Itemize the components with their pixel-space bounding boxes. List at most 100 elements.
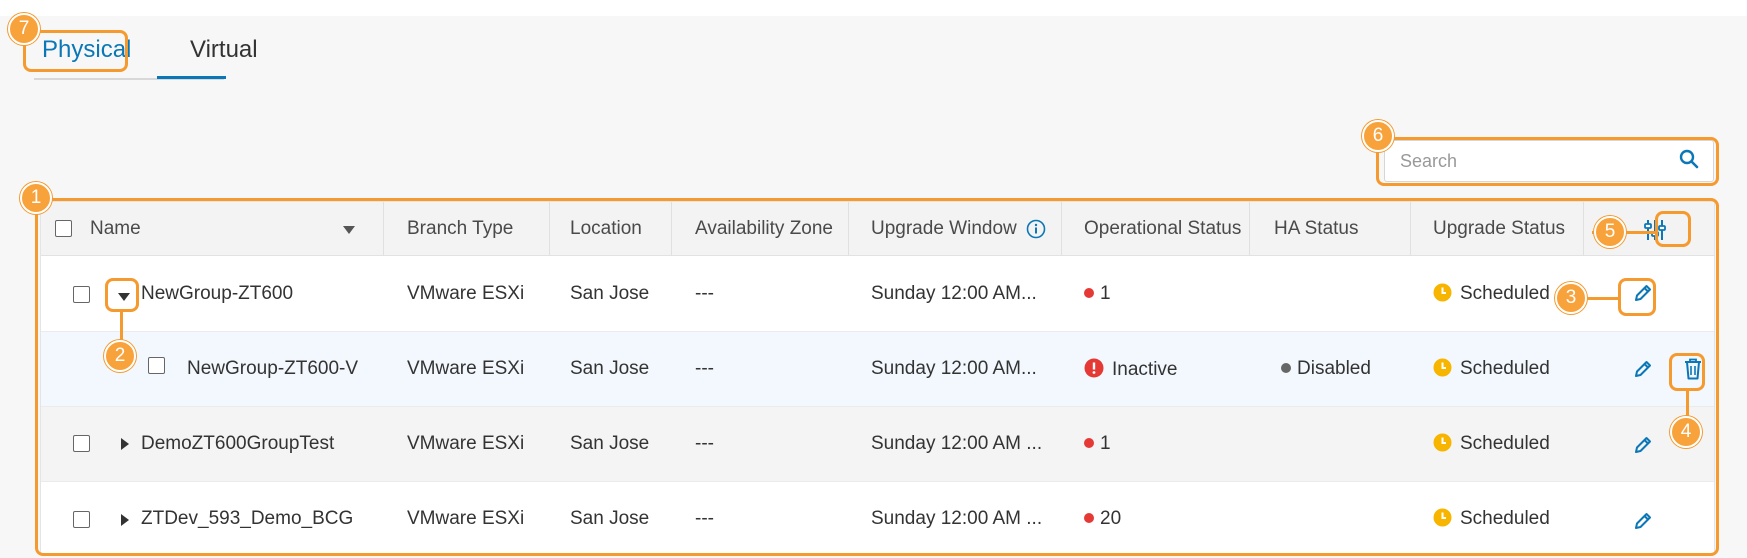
column-divider — [671, 202, 672, 256]
row-upgrade-status: Scheduled — [1433, 433, 1550, 458]
tab-physical[interactable]: Physical — [34, 30, 154, 76]
edit-icon[interactable] — [1632, 282, 1654, 309]
row-availability-zone: --- — [695, 358, 714, 379]
delete-icon[interactable] — [1682, 357, 1704, 386]
row-checkbox[interactable] — [73, 511, 90, 528]
row-branch-type: VMware ESXi — [407, 508, 525, 529]
column-divider — [1410, 202, 1411, 256]
row-upgrade-status: Scheduled — [1433, 508, 1550, 533]
column-divider — [549, 202, 550, 256]
callout-badge: 7 — [8, 13, 40, 45]
caret-right-icon[interactable] — [120, 513, 130, 532]
callout-badge: 6 — [1362, 120, 1394, 152]
row-operational-status: Inactive — [1084, 358, 1177, 384]
row-availability-zone: --- — [695, 283, 714, 304]
header-upgrade-status[interactable]: Upgrade Status — [1433, 202, 1565, 256]
header-branch-type[interactable]: Branch Type — [407, 202, 513, 256]
row-operational-status: 20 — [1084, 508, 1121, 530]
row-location: San Jose — [570, 358, 650, 379]
column-divider — [848, 202, 849, 256]
search-input[interactable] — [1400, 150, 1679, 172]
row-ha-status: Disabled — [1281, 358, 1371, 380]
row-branch-type: VMware ESXi — [407, 433, 525, 454]
column-divider — [1249, 202, 1250, 256]
row-operational-status: 1 — [1084, 283, 1111, 305]
edit-icon[interactable] — [1632, 434, 1654, 461]
callout-connector — [1587, 297, 1619, 300]
row-location: San Jose — [570, 283, 650, 304]
row-name[interactable]: NewGroup-ZT600 — [141, 283, 293, 305]
row-operational-status: 1 — [1084, 433, 1111, 455]
edit-icon[interactable] — [1632, 358, 1654, 385]
upgrade-status-text: Scheduled — [1460, 358, 1550, 379]
info-icon[interactable] — [1026, 219, 1046, 244]
edit-icon[interactable] — [1632, 510, 1654, 537]
caret-right-icon[interactable] — [120, 437, 130, 456]
row-checkbox[interactable] — [73, 435, 90, 452]
callout-badge: 1 — [20, 182, 52, 214]
row-branch-type: VMware ESXi — [407, 358, 525, 379]
table-header: Name Branch Type Location Availability Z… — [41, 202, 1714, 256]
clock-icon — [1433, 358, 1452, 383]
callout-badge: 4 — [1670, 416, 1702, 448]
status-dot-icon — [1084, 513, 1094, 523]
upgrade-status-text: Scheduled — [1460, 283, 1550, 304]
upgrade-status-text: Scheduled — [1460, 508, 1550, 529]
table-row[interactable]: ZTDev_593_Demo_BCG VMware ESXi San Jose … — [41, 482, 1714, 554]
row-upgrade-window: Sunday 12:00 AM... — [871, 358, 1037, 379]
header-ha-status[interactable]: HA Status — [1274, 202, 1359, 256]
table-row[interactable]: NewGroup-ZT600 VMware ESXi San Jose --- … — [41, 257, 1714, 332]
row-name[interactable]: DemoZT600GroupTest — [141, 433, 334, 455]
status-count: 1 — [1100, 433, 1111, 454]
row-availability-zone: --- — [695, 508, 714, 529]
row-name[interactable]: ZTDev_593_Demo_BCG — [141, 508, 353, 530]
branches-table: Name Branch Type Location Availability Z… — [40, 201, 1715, 555]
header-name[interactable]: Name — [90, 202, 141, 256]
column-divider — [1061, 202, 1062, 256]
error-icon — [1084, 358, 1104, 384]
header-availability-zone[interactable]: Availability Zone — [695, 202, 833, 256]
callout-connector — [120, 312, 123, 340]
column-divider — [383, 202, 384, 256]
tab-bar: Physical Virtual — [34, 30, 266, 76]
status-dot-icon — [1084, 438, 1094, 448]
row-checkbox[interactable] — [148, 357, 165, 374]
status-count: 20 — [1100, 508, 1122, 529]
status-dot-icon — [1084, 288, 1094, 298]
header-operational-status[interactable]: Operational Status — [1084, 202, 1241, 256]
clock-icon — [1433, 433, 1452, 458]
select-all-checkbox[interactable] — [55, 220, 72, 237]
ha-status-text: Disabled — [1297, 358, 1371, 379]
status-text: Inactive — [1112, 359, 1178, 380]
tab-virtual[interactable]: Virtual — [182, 30, 266, 76]
clock-icon — [1433, 508, 1452, 533]
row-name[interactable]: NewGroup-ZT600-V — [187, 358, 358, 380]
callout-badge: 2 — [104, 340, 136, 372]
row-upgrade-window: Sunday 12:00 AM ... — [871, 433, 1043, 454]
callout-badge: 3 — [1555, 282, 1587, 314]
row-upgrade-status: Scheduled — [1433, 283, 1550, 308]
status-dot-icon — [1281, 363, 1291, 373]
header-location[interactable]: Location — [570, 202, 642, 256]
header-upgrade-window[interactable]: Upgrade Window — [871, 202, 1017, 256]
sort-down-icon[interactable] — [342, 222, 356, 240]
search-field[interactable] — [1384, 140, 1714, 182]
upgrade-status-text: Scheduled — [1460, 433, 1550, 454]
row-checkbox[interactable] — [73, 286, 90, 303]
row-upgrade-window: Sunday 12:00 AM ... — [871, 508, 1043, 529]
search-icon[interactable] — [1679, 149, 1699, 174]
table-row[interactable]: DemoZT600GroupTest VMware ESXi San Jose … — [41, 407, 1714, 482]
row-availability-zone: --- — [695, 433, 714, 454]
row-upgrade-status: Scheduled — [1433, 358, 1550, 383]
clock-icon — [1433, 283, 1452, 308]
column-divider — [1583, 202, 1584, 256]
status-count: 1 — [1100, 283, 1111, 304]
row-location: San Jose — [570, 433, 650, 454]
row-location: San Jose — [570, 508, 650, 529]
tab-active-indicator — [157, 76, 226, 79]
table-row-child[interactable]: NewGroup-ZT600-V VMware ESXi San Jose --… — [41, 332, 1714, 407]
row-branch-type: VMware ESXi — [407, 283, 525, 304]
callout-badge: 5 — [1594, 216, 1626, 248]
caret-down-icon[interactable] — [117, 289, 131, 307]
row-upgrade-window: Sunday 12:00 AM... — [871, 283, 1037, 304]
